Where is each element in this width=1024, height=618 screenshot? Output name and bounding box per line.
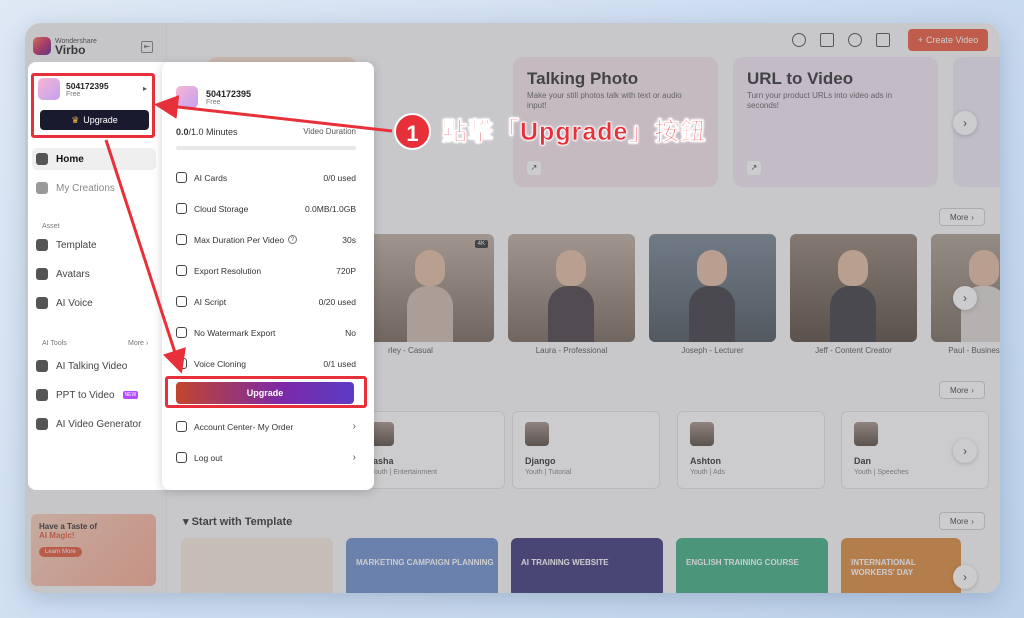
annotation-arrows (104, 95, 393, 374)
step-callout-text: 點擊「Upgrade」按鈕 (442, 118, 707, 147)
arrow-to-sidebar (154, 95, 393, 133)
arrow-to-upgrade (104, 139, 186, 374)
step-number-badge: 1 (394, 113, 431, 150)
